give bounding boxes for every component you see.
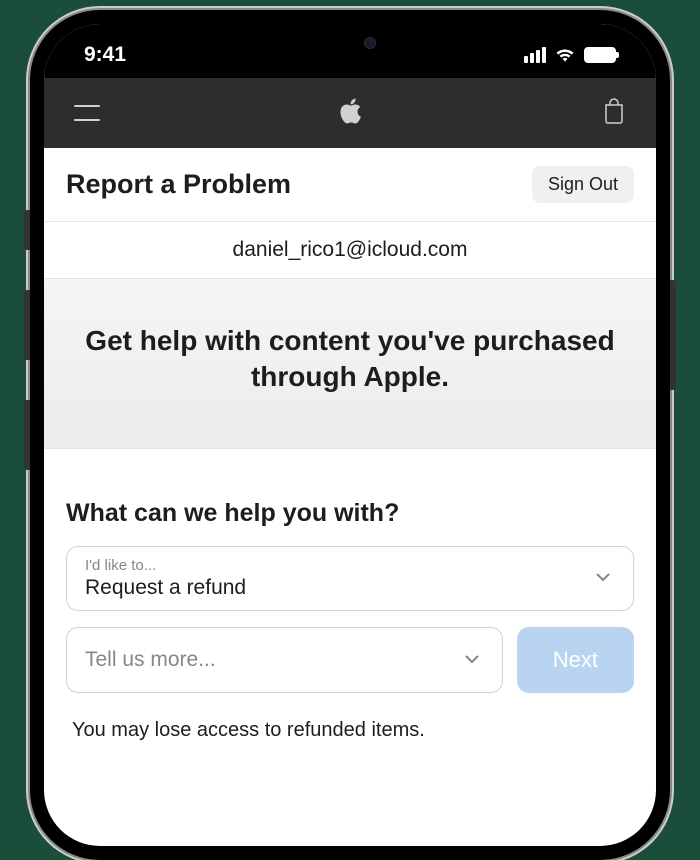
hero-text: Get help with content you've purchased t… [78,323,622,396]
menu-icon[interactable] [74,105,100,121]
bag-icon[interactable] [602,97,626,130]
battery-icon [584,47,616,63]
screen: 9:41 [44,24,656,846]
cellular-signal-icon [524,47,546,63]
chevron-down-icon [464,651,480,669]
hero-banner: Get help with content you've purchased t… [44,279,656,449]
disclaimer-text: You may lose access to refunded items. [66,719,634,742]
apple-logo-icon [339,97,363,130]
signout-button[interactable]: Sign Out [532,166,634,203]
account-email: daniel_rico1@icloud.com [44,222,656,279]
page-title: Report a Problem [66,169,291,200]
notch [245,24,455,62]
reason-dropdown[interactable]: Tell us more... [66,627,503,693]
phone-frame: 9:41 [30,10,670,860]
form-section: What can we help you with? I'd like to..… [44,449,656,752]
nav-bar [44,78,656,148]
dropdown-value: Request a refund [85,576,615,600]
chevron-down-icon [595,569,611,587]
wifi-icon [554,47,576,63]
dropdown-label: I'd like to... [85,557,615,574]
header-row: Report a Problem Sign Out [44,148,656,222]
status-icons [524,47,616,63]
dropdown-placeholder: Tell us more... [85,638,484,682]
form-heading: What can we help you with? [66,499,634,528]
request-type-dropdown[interactable]: I'd like to... Request a refund [66,546,634,611]
next-button[interactable]: Next [517,627,634,693]
status-time: 9:41 [84,43,126,67]
